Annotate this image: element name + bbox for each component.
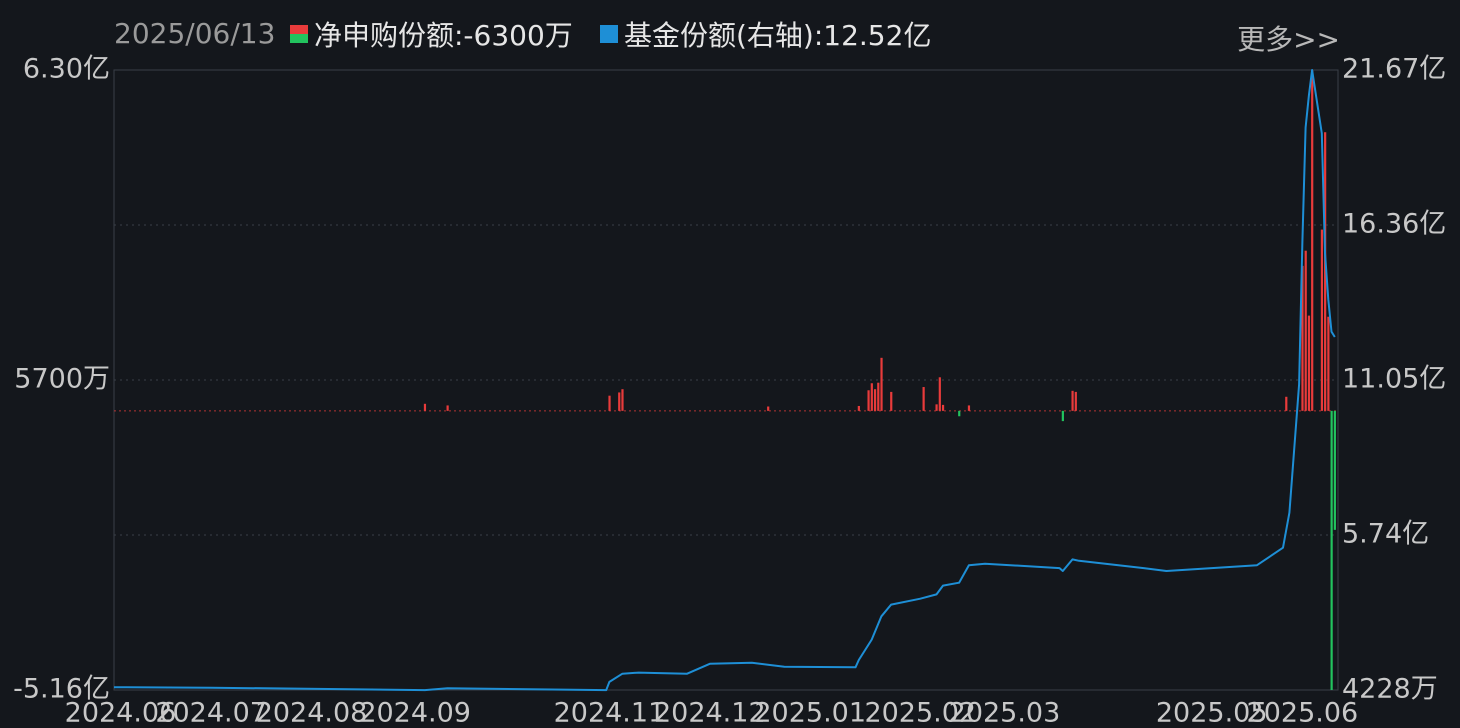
x-axis-tick-label: 2025.01 (754, 698, 866, 728)
right-axis-tick-label: 11.05亿 (1342, 364, 1446, 395)
net-subscription-bar (938, 377, 941, 411)
x-axis-tick-label: 2025.06 (1247, 698, 1359, 728)
net-subscription-bar (608, 395, 611, 411)
net-subscription-bar (967, 405, 971, 411)
net-subscription-bar (958, 410, 961, 417)
net-subscription-bar (922, 387, 925, 411)
net-subscription-bar (446, 405, 449, 411)
x-axis-tick-label: 2024.07 (155, 698, 267, 728)
net-subscription-bar (621, 389, 624, 411)
net-subscription-bar (941, 404, 945, 411)
net-subscription-bar (873, 389, 877, 411)
net-subscription-bar (877, 382, 880, 411)
net-subscription-bar (618, 392, 621, 411)
fund-flow-chart: 6.30亿5700万-5.16亿 21.67亿16.36亿11.05亿5.74亿… (13, 54, 1446, 728)
net-subscription-bar (1304, 250, 1307, 411)
net-subscription-bar (935, 404, 938, 411)
net-subscription-bar (1307, 315, 1311, 411)
net-subscription-bar (857, 405, 860, 411)
net-subscription-bar (1311, 70, 1314, 411)
left-axis-tick-label: 5700万 (14, 364, 110, 395)
fund-share-line-layer (113, 69, 1336, 692)
x-axis-tick-label: 2024.09 (359, 698, 471, 728)
net-subscription-bar (1074, 391, 1077, 411)
net-subscription-bar (1320, 229, 1324, 411)
net-subscription-bar (880, 357, 883, 411)
left-axis: 6.30亿5700万-5.16亿 (13, 54, 110, 705)
x-axis-tick-label: 2024.11 (554, 698, 666, 728)
right-axis-tick-label: 5.74亿 (1342, 519, 1429, 550)
net-subscription-bar (1061, 410, 1064, 422)
left-axis-tick-label: 6.30亿 (23, 54, 110, 85)
net-subscription-bar (870, 383, 873, 411)
x-axis-tick-label: 2024.12 (654, 698, 766, 728)
net-subscription-bar (423, 403, 427, 411)
right-axis-tick-label: 16.36亿 (1342, 209, 1446, 240)
net-subscription-bar (1333, 410, 1336, 530)
right-axis-tick-label: 21.67亿 (1342, 54, 1446, 85)
grid-layer (113, 69, 1339, 691)
right-axis: 21.67亿16.36亿11.05亿5.74亿4228万 (1342, 54, 1446, 705)
net-subscription-bar (767, 406, 770, 411)
net-subscription-bar (867, 390, 870, 411)
net-subscription-bar (1071, 390, 1074, 411)
x-axis-tick-label: 2024.08 (256, 698, 368, 728)
net-subscription-bar (1285, 396, 1288, 411)
x-axis: 2024.062024.072024.082024.09 2024.112024.… (65, 698, 1359, 728)
net-subscription-bar (1327, 316, 1330, 411)
net-subscription-bar (1330, 410, 1333, 690)
x-axis-tick-label: 2025.03 (949, 698, 1061, 728)
net-subscription-bar (890, 391, 893, 411)
fund-share-line (113, 69, 1336, 692)
